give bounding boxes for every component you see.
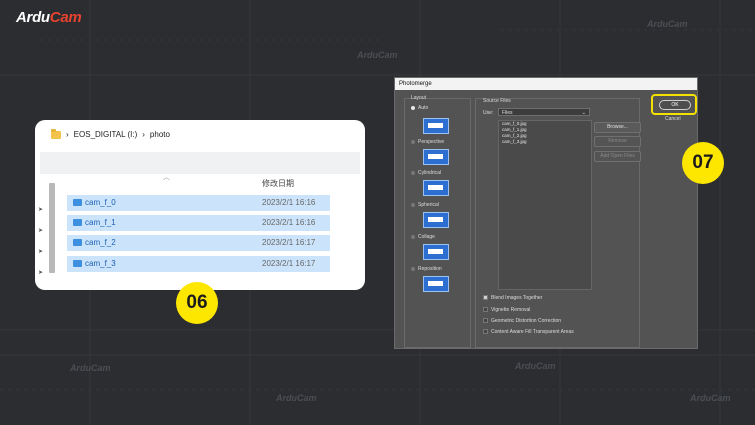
radio-collage[interactable] (411, 235, 415, 239)
layout-reposition-icon[interactable] (423, 276, 449, 292)
add-open-files-button[interactable]: Add Open Files (594, 151, 641, 162)
image-file-icon (73, 260, 82, 267)
pin-icon: ➤ (38, 270, 44, 276)
radio-cylindrical[interactable] (411, 171, 415, 175)
watermark: ArduCam (647, 19, 688, 29)
option-label: Content Aware Fill Transparent Areas (491, 329, 574, 335)
file-name: cam_f_0 (85, 198, 116, 207)
radio-spherical[interactable] (411, 203, 415, 207)
folder-icon (51, 128, 61, 139)
logo-text-cam: Cam (49, 9, 82, 26)
file-date: 2023/2/1 16:16 (262, 218, 316, 227)
sort-chevron-icon[interactable]: ︿ (163, 172, 170, 182)
radio-reposition[interactable] (411, 267, 415, 271)
use-label: Use: (483, 110, 494, 116)
layout-option-label: Auto (418, 105, 429, 111)
layout-cylindrical-icon[interactable] (423, 180, 449, 196)
file-date: 2023/2/1 16:17 (262, 259, 316, 268)
source-file-list[interactable]: cam_f_0.jpg cam_f_1.jpg cam_f_2.jpg cam_… (498, 120, 592, 290)
checkbox-content-aware-fill[interactable] (483, 329, 488, 334)
watermark: ArduCam (276, 393, 317, 403)
breadcrumb-separator: › (142, 130, 145, 139)
option-label: Geometric Distortion Correction (491, 318, 562, 324)
source-file-item[interactable]: cam_f_3.jpg (499, 139, 591, 145)
navigation-pane-scrollbar[interactable] (49, 183, 55, 273)
image-file-icon (73, 239, 82, 246)
remove-button[interactable]: Remove (594, 136, 641, 147)
layout-option-label: Cylindrical (418, 170, 442, 176)
layout-option-label: Perspective (418, 139, 445, 145)
checkbox-vignette-removal[interactable] (483, 307, 488, 312)
file-name: cam_f_1 (85, 218, 116, 227)
pin-icon: ➤ (38, 228, 44, 234)
image-file-icon (73, 199, 82, 206)
file-name: cam_f_2 (85, 238, 116, 247)
breadcrumb-separator: › (66, 130, 69, 139)
source-files-heading: Source Files (483, 98, 511, 104)
logo-text-ardu: Ardu (16, 9, 50, 26)
file-row[interactable]: cam_f_0 2023/2/1 16:16 (67, 195, 330, 211)
layout-perspective-icon[interactable] (423, 149, 449, 165)
layout-auto-icon[interactable] (423, 118, 449, 134)
layout-heading: Layout (411, 95, 427, 101)
use-dropdown-value: Files (502, 110, 513, 116)
image-file-icon (73, 219, 82, 226)
watermark: ArduCam (70, 363, 111, 373)
ok-button[interactable]: OK (659, 100, 691, 110)
pin-icon: ➤ (38, 249, 44, 255)
file-row[interactable]: cam_f_2 2023/2/1 16:17 (67, 235, 330, 251)
file-explorer-panel: › EOS_DIGITAL (I:) › photo ➤ ➤ ➤ ➤ ︿ 修改日… (35, 120, 365, 290)
layout-option-label: Spherical (418, 202, 439, 208)
browse-button[interactable]: Browse... (594, 122, 641, 133)
layout-option-label: Collage (418, 234, 435, 240)
layout-option-label: Reposition (418, 266, 442, 272)
watermark: ArduCam (357, 50, 398, 60)
photomerge-dialog: Photomerge Layout Auto Perspective Cylin… (394, 77, 698, 349)
file-date: 2023/2/1 16:17 (262, 238, 316, 247)
option-label: Blend Images Together (491, 295, 543, 301)
pin-icon: ➤ (38, 207, 44, 213)
checkbox-blend-images[interactable] (483, 295, 488, 300)
file-row[interactable]: cam_f_3 2023/2/1 16:17 (67, 256, 330, 272)
chevron-down-icon: ⌄ (581, 110, 586, 116)
dialog-title: Photomerge (395, 78, 697, 90)
layout-collage-icon[interactable] (423, 244, 449, 260)
breadcrumb-folder[interactable]: photo (150, 130, 170, 139)
radio-perspective[interactable] (411, 140, 415, 144)
watermark: ArduCam (690, 393, 731, 403)
watermark: ArduCam (515, 361, 556, 371)
column-header-date-modified[interactable]: 修改日期 (262, 178, 294, 189)
breadcrumb-drive[interactable]: EOS_DIGITAL (I:) (74, 130, 138, 139)
option-label: Vignette Removal (491, 307, 531, 313)
step-badge-06: 06 (176, 282, 218, 324)
use-dropdown[interactable]: Files ⌄ (498, 108, 590, 116)
cancel-button[interactable]: Cancel (665, 116, 681, 122)
layout-spherical-icon[interactable] (423, 212, 449, 228)
file-name: cam_f_3 (85, 259, 116, 268)
file-date: 2023/2/1 16:16 (262, 198, 316, 207)
file-row[interactable]: cam_f_1 2023/2/1 16:16 (67, 215, 330, 231)
ok-button-highlight: OK (651, 94, 697, 115)
checkbox-geometric-distortion[interactable] (483, 318, 488, 323)
explorer-toolbar (40, 152, 360, 174)
arducam-logo: ArduCam (16, 9, 82, 26)
breadcrumb: › EOS_DIGITAL (I:) › photo (51, 128, 170, 139)
step-badge-07: 07 (682, 142, 724, 184)
radio-auto[interactable] (411, 106, 415, 110)
